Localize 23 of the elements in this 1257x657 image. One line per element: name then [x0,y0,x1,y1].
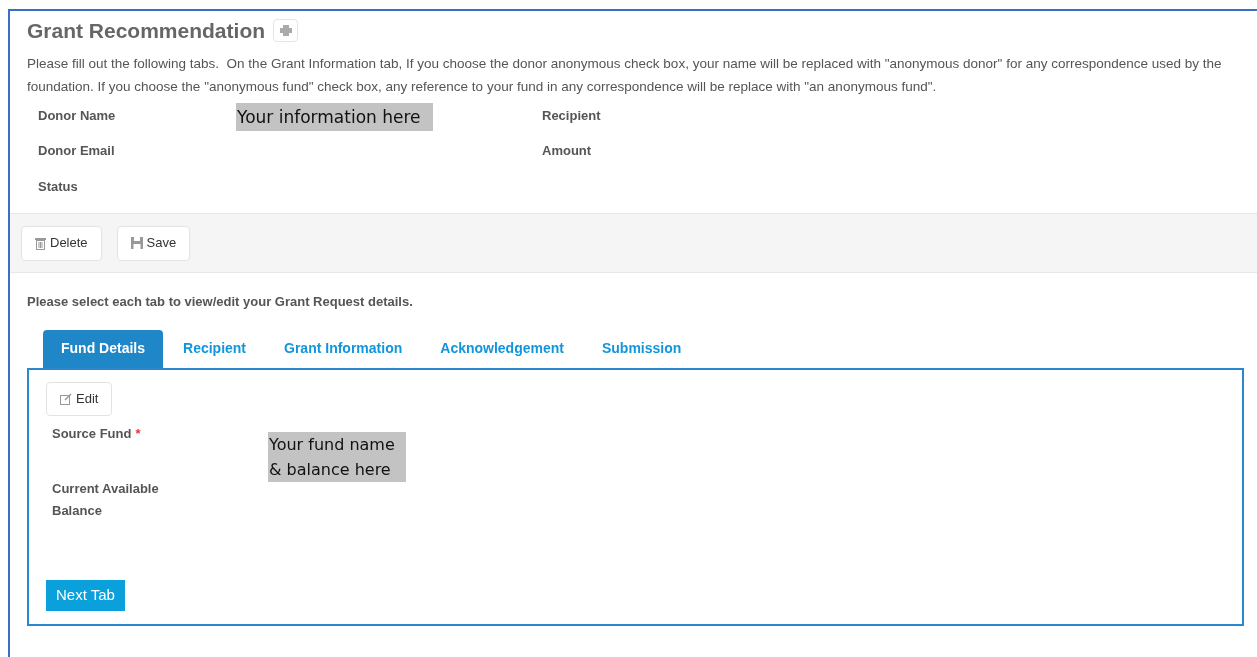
field-label: Donor Email [38,142,116,160]
field-label: Source Fund * [52,424,142,443]
field-label: Recipient [542,106,602,125]
tab[interactable]: Submission [583,329,700,368]
placeholder-note: Your information here [236,102,433,131]
field-label: Status [38,177,79,196]
tabs-hint: Please select each tab to view/edit your Grant Request details. [27,293,414,311]
tab[interactable]: Recipient [165,329,265,368]
field-label: Amount [542,142,593,160]
edit-button[interactable]: Edit [46,381,113,416]
edit-icon [60,392,72,405]
delete-button[interactable]: Delete [21,225,102,261]
field-label: Current Available Balance [52,479,160,520]
placeholder-note: Your fund name & balance here [268,431,406,482]
save-button[interactable]: Save [116,225,191,261]
intro-text: Please fill out the following tabs. On the Grant Information tab, If you choose the donor anonymous check box, your name will be replaced with "anonymous donor" for any correspondence used by the foundation. If you choose the "anonymous fund" check box, any reference to your fund in any correspondence will be replace with "an anonymous fund". [27,54,1222,96]
trash-icon [35,236,46,250]
tab[interactable]: Grant Information [266,329,421,368]
field-label: Donor Name [38,106,117,125]
next-tab-button[interactable]: Next Tab [46,579,125,611]
page-title: Grant Recommendation [27,18,266,44]
tab[interactable]: Acknowledgement [422,329,582,368]
tab[interactable]: Fund Details [43,329,163,368]
